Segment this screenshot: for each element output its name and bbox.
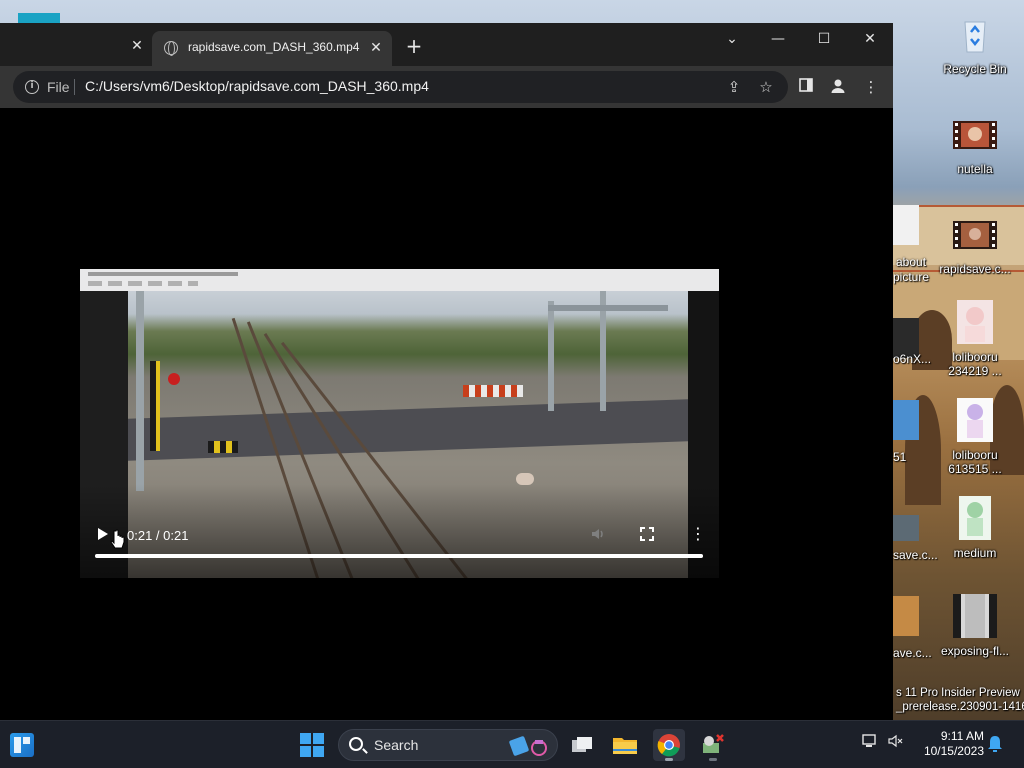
partial-icon-label: ave.c... (893, 646, 932, 660)
watermark-line: s 11 Pro Insider Preview (896, 687, 1020, 699)
clock-date: 10/15/2023 (923, 744, 984, 758)
image-file-icon (893, 596, 919, 636)
desktop-icon-lolibooru-234219[interactable]: lolibooru 234219 ... (937, 300, 1013, 378)
search-label: Search (374, 737, 419, 753)
video-progress-fill (95, 554, 703, 558)
more-vertical-icon[interactable]: ⋮ (862, 78, 880, 96)
search-icon (349, 737, 363, 751)
media-viewport: 0:21 / 0:21 ⋮ (0, 108, 893, 720)
side-panel-icon[interactable] (797, 78, 815, 96)
desktop-icon-label: lolibooru 613515 ... (948, 448, 1002, 476)
more-vertical-icon[interactable]: ⋮ (690, 526, 706, 544)
video-time: 0:21 / 0:21 (127, 528, 189, 543)
address-url[interactable]: C:/Users/vm6/Desktop/rapidsave.com_DASH_… (85, 78, 429, 94)
video-file-icon (953, 221, 997, 249)
desktop-icon-label: Recycle Bin (943, 62, 1007, 76)
address-bar[interactable]: i File C:/Users/vm6/Desktop/rapidsave.co… (13, 71, 788, 103)
browser-window: ✕ rapidsave.com_DASH_360.mp4 ✕ + ⌄ — ☐ ✕… (0, 23, 893, 720)
partial-icon-label: save.c... (893, 548, 938, 562)
taskbar: Search 9:11 AM 10/15/2023 (0, 720, 1024, 768)
chrome-icon[interactable] (653, 729, 685, 761)
desktop-icon-medium[interactable]: medium (937, 496, 1013, 560)
image-file-icon (957, 398, 993, 442)
play-button[interactable] (96, 528, 110, 542)
star-icon[interactable]: ☆ (757, 78, 775, 96)
image-file-icon (959, 496, 991, 540)
tab-active[interactable]: rapidsave.com_DASH_360.mp4 ✕ (152, 31, 392, 66)
windows-start-icon[interactable] (300, 733, 324, 757)
app-icon[interactable] (697, 729, 729, 761)
image-file-icon (957, 300, 993, 344)
desktop-icon-exposing[interactable]: exposing-fl... (937, 594, 1013, 658)
partial-icon-label: picture (893, 270, 930, 284)
chevron-down-icon[interactable]: ⌄ (718, 29, 746, 51)
task-view-icon[interactable] (566, 729, 598, 761)
new-tab-button[interactable]: + (404, 36, 424, 57)
globe-icon (164, 41, 178, 56)
divider (74, 79, 75, 95)
partial-icon-label: about (896, 255, 927, 269)
image-file-icon (893, 400, 919, 440)
video-file-icon (893, 515, 919, 541)
taskbar-clock[interactable]: 9:11 AM 10/15/2023 (916, 729, 984, 759)
notification-bell-icon[interactable] (986, 734, 1006, 754)
taskbar-search[interactable]: Search (338, 729, 558, 761)
browser-toolbar: i File C:/Users/vm6/Desktop/rapidsave.co… (0, 66, 893, 108)
recycle-bin-icon (964, 21, 986, 53)
volume-muted-icon[interactable] (884, 733, 906, 755)
video-file-icon (953, 121, 997, 149)
close-icon[interactable]: ✕ (129, 38, 145, 54)
partial-app-icon (18, 13, 60, 23)
file-explorer-icon[interactable] (609, 729, 641, 761)
desktop-icon-label: exposing-fl... (940, 644, 1010, 658)
maximize-button[interactable]: ☐ (810, 29, 838, 51)
windows-watermark: s 11 Pro Insider Preview _prerelease.230… (896, 686, 1024, 714)
profile-icon[interactable] (829, 78, 847, 96)
file-icon (893, 205, 919, 245)
clock-time: 9:11 AM (940, 729, 984, 743)
desktop-icon-rapidsave[interactable]: rapidsave.c... (937, 212, 1013, 276)
mouse-cursor-icon (110, 529, 125, 549)
close-window-button[interactable]: ✕ (856, 29, 884, 51)
tab-strip: ✕ rapidsave.com_DASH_360.mp4 ✕ + ⌄ — ☐ ✕ (0, 23, 893, 66)
partial-icon-label: o6nX... (893, 352, 932, 366)
image-file-icon (953, 594, 997, 638)
desktop-icon-recycle-bin[interactable]: Recycle Bin (937, 12, 1013, 76)
fullscreen-icon[interactable] (640, 526, 654, 541)
widgets-icon[interactable] (10, 733, 34, 757)
info-icon[interactable]: i (25, 80, 39, 94)
volume-icon[interactable] (590, 526, 608, 544)
desktop-icon-lolibooru-613515[interactable]: lolibooru 613515 ... (937, 398, 1013, 476)
watermark-line: _prerelease.230901-1416 (896, 701, 1024, 713)
video-progress-bar[interactable] (95, 554, 703, 558)
desktop-icon-label: lolibooru 234219 ... (948, 350, 1002, 378)
active-indicator (665, 758, 673, 761)
desktop-icon-label: nutella (957, 162, 993, 176)
desktop-icon-label: medium (953, 546, 997, 560)
tab-title: rapidsave.com_DASH_360.mp4 (188, 40, 360, 54)
close-icon[interactable]: ✕ (368, 40, 384, 56)
address-scheme: File (47, 79, 70, 95)
search-highlight-icon (509, 736, 547, 756)
desktop-icon-label: rapidsave.c... (939, 262, 1011, 276)
video-frame-header (80, 269, 719, 291)
share-icon[interactable]: ⇪ (725, 78, 743, 96)
network-icon[interactable] (859, 733, 881, 755)
minimize-button[interactable]: — (764, 29, 792, 51)
desktop-icon-nutella[interactable]: nutella (937, 112, 1013, 176)
partial-icon-label: 51 (893, 450, 907, 464)
running-indicator (709, 758, 717, 761)
